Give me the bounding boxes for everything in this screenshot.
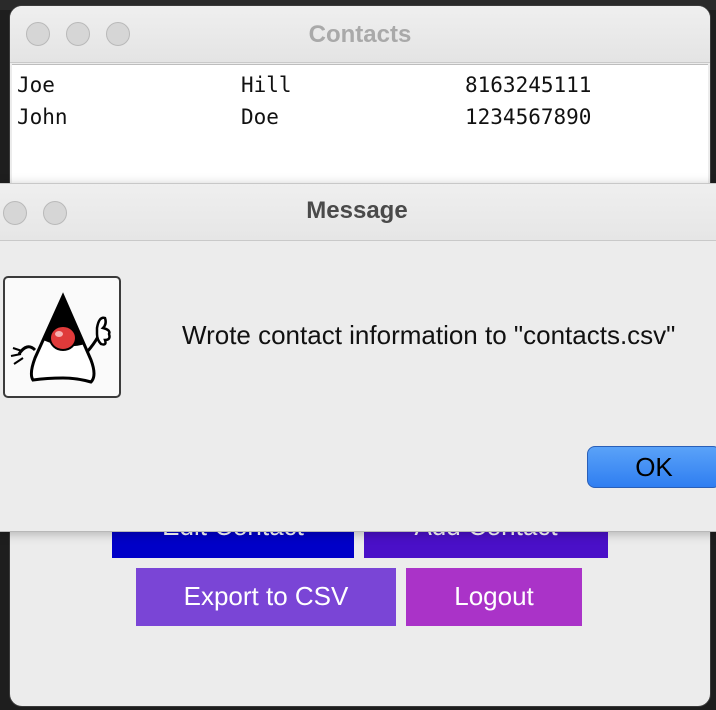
first-name-cell: John <box>17 105 68 129</box>
logout-label: Logout <box>454 581 534 611</box>
dialog-title: Message <box>306 197 408 224</box>
message-dialog: Message Wrote contact information to "co… <box>0 183 716 532</box>
window-title: Contacts <box>308 21 412 48</box>
java-duke-icon <box>3 276 121 398</box>
export-csv-button[interactable]: Export to CSV <box>136 568 396 626</box>
table-row[interactable]: Joe Hill 8163245111 <box>12 69 708 101</box>
ok-button[interactable]: OK <box>587 446 716 488</box>
first-name-cell: Joe <box>17 73 55 97</box>
ok-label: OK <box>635 452 673 482</box>
dialog-message: Wrote contact information to "contacts.c… <box>182 320 676 350</box>
phone-cell: 8163245111 <box>465 73 592 97</box>
phone-cell: 1234567890 <box>465 105 592 129</box>
last-name-cell: Doe <box>241 105 279 129</box>
last-name-cell: Hill <box>241 73 292 97</box>
logout-button[interactable]: Logout <box>406 568 582 626</box>
table-row[interactable]: John Doe 1234567890 <box>12 101 708 133</box>
dialog-titlebar: Message <box>0 184 716 241</box>
contacts-titlebar: Contacts <box>10 6 710 63</box>
export-csv-label: Export to CSV <box>183 581 349 611</box>
